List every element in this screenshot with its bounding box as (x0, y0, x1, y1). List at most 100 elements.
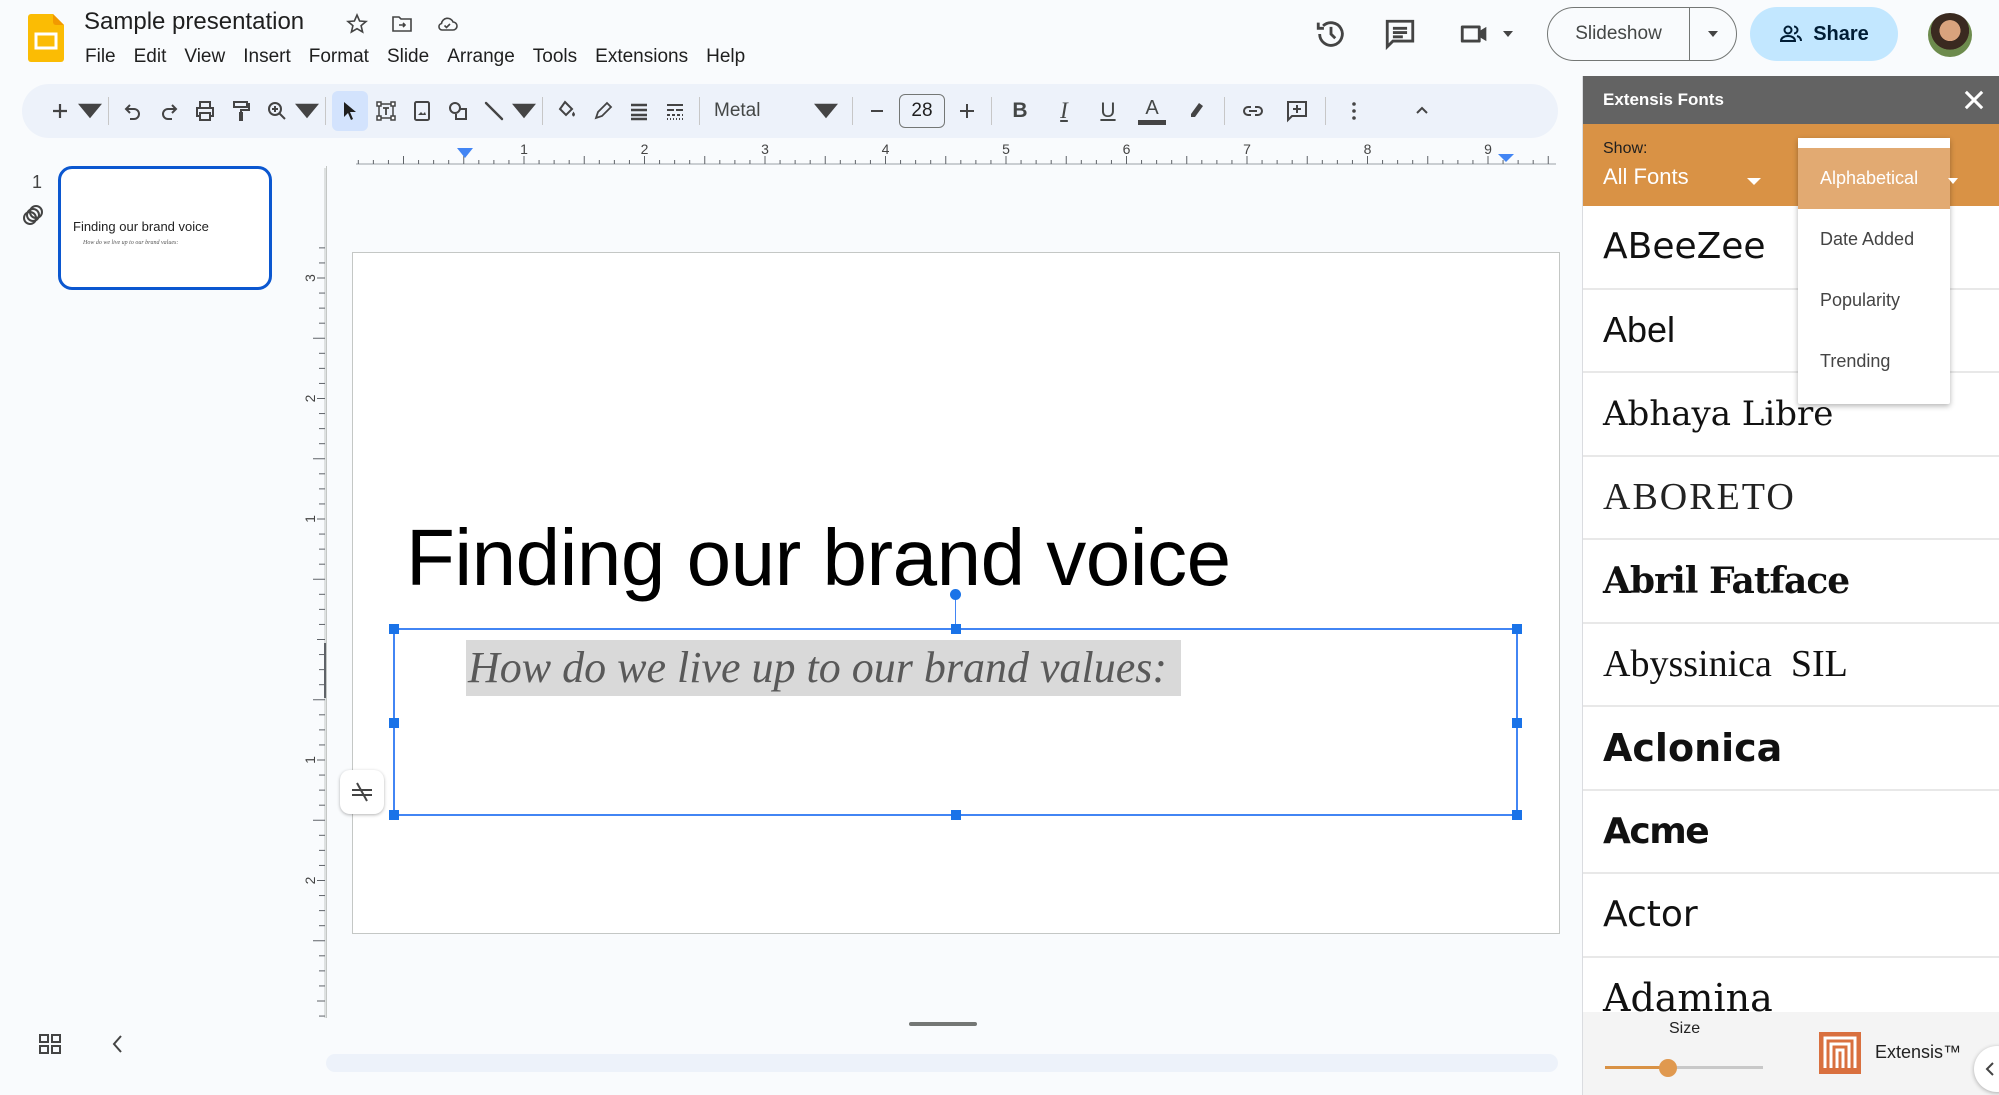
chevron-up-icon (1416, 106, 1428, 114)
bold-button[interactable]: B (998, 91, 1042, 131)
slide-subtitle[interactable]: How do we live up to our brand values: (466, 640, 1182, 696)
menu-format[interactable]: Format (300, 44, 378, 70)
slideshow-options-button[interactable] (1690, 30, 1736, 38)
people-icon (1780, 25, 1803, 42)
insert-link-button[interactable] (1231, 91, 1275, 131)
resize-handle-sw[interactable] (389, 810, 399, 820)
size-slider[interactable] (1605, 1058, 1765, 1078)
menu-file[interactable]: File (76, 44, 125, 70)
undo-button[interactable] (115, 91, 151, 131)
redo-button[interactable] (151, 91, 187, 131)
sort-option-trending[interactable]: Trending (1798, 331, 1950, 392)
text-color-button[interactable]: A (1130, 91, 1174, 131)
menu-arrange[interactable]: Arrange (438, 44, 524, 70)
font-item-abril-fatface[interactable]: Abril Fatface (1583, 540, 1999, 624)
font-item-aboreto[interactable]: ABORETO (1583, 457, 1999, 540)
resize-handle-se[interactable] (1512, 810, 1522, 820)
slideshow-label[interactable]: Slideshow (1548, 8, 1690, 60)
slide-number: 1 (32, 172, 43, 192)
new-slide-button[interactable] (42, 91, 78, 131)
autofit-button[interactable] (340, 770, 384, 814)
font-item-actor[interactable]: Actor (1583, 874, 1999, 958)
insert-image-button[interactable] (404, 91, 440, 131)
slide-title[interactable]: Finding our brand voice (406, 512, 1231, 604)
text-box-button[interactable] (368, 91, 404, 131)
resize-handle-w[interactable] (389, 718, 399, 728)
user-avatar[interactable] (1928, 13, 1972, 57)
sort-option-alphabetical[interactable]: Alphabetical (1798, 148, 1950, 209)
new-slide-layout-dropdown[interactable] (78, 91, 102, 131)
print-button[interactable] (187, 91, 223, 131)
decrease-font-size-button[interactable] (859, 91, 895, 131)
grid-view-icon[interactable] (38, 1032, 62, 1056)
font-item-acme[interactable]: Acme (1583, 791, 1999, 874)
rotate-handle[interactable] (950, 589, 961, 600)
underline-button[interactable]: U (1086, 91, 1130, 131)
add-comment-button[interactable] (1275, 91, 1319, 131)
menu-slide[interactable]: Slide (378, 44, 438, 70)
slides-logo[interactable] (28, 14, 64, 62)
line-button[interactable] (476, 91, 512, 131)
line-dropdown[interactable] (512, 91, 536, 131)
comments-icon[interactable] (1383, 17, 1417, 51)
menu-help[interactable]: Help (697, 44, 754, 70)
collapse-panel-icon[interactable] (108, 1032, 128, 1056)
share-button[interactable]: Share (1750, 7, 1898, 61)
size-slider-thumb[interactable] (1659, 1059, 1678, 1077)
sort-option-date-added[interactable]: Date Added (1798, 209, 1950, 270)
star-icon[interactable] (345, 12, 369, 36)
highlight-color-button[interactable] (1174, 91, 1218, 131)
menu-extensions[interactable]: Extensions (586, 44, 697, 70)
slide-thumbnail-1[interactable]: Finding our brand voice How do we live u… (58, 166, 272, 290)
meet-dropdown-icon[interactable] (1502, 30, 1514, 38)
border-color-button[interactable] (585, 91, 621, 131)
close-icon[interactable] (1960, 86, 1988, 114)
resize-handle-n[interactable] (951, 624, 961, 634)
paint-format-button[interactable] (223, 91, 259, 131)
border-weight-button[interactable] (621, 91, 657, 131)
zoom-dropdown[interactable] (295, 91, 319, 131)
resize-handle-e[interactable] (1512, 718, 1522, 728)
horizontal-scrollbar[interactable] (326, 1054, 1558, 1072)
sort-option-popularity[interactable]: Popularity (1798, 270, 1950, 331)
resize-handle-nw[interactable] (389, 624, 399, 634)
menu-tools[interactable]: Tools (524, 44, 586, 70)
collapse-sidebar-button[interactable] (1974, 1046, 1999, 1092)
font-family-select[interactable]: Metal (706, 91, 846, 131)
meet-icon[interactable] (1458, 17, 1492, 51)
menu-insert[interactable]: Insert (234, 44, 300, 70)
select-tool-button[interactable] (332, 91, 368, 131)
linked-slide-icon[interactable] (20, 204, 46, 228)
vertical-ruler[interactable]: 3 2 1 1 2 (296, 168, 326, 1018)
ruler-label: 5 (1002, 141, 1010, 157)
hide-menus-button[interactable] (1400, 91, 1444, 131)
show-filter-select[interactable]: All Fonts (1603, 164, 1689, 190)
horizontal-ruler[interactable]: 1 2 3 4 5 6 7 8 9 (326, 140, 1556, 168)
speaker-notes-drag-handle[interactable] (909, 1022, 977, 1026)
fill-color-button[interactable] (549, 91, 585, 131)
font-item-abyssinica-sil[interactable]: Abyssinica SIL (1583, 624, 1999, 707)
document-title[interactable]: Sample presentation (84, 8, 304, 36)
move-to-folder-icon[interactable] (390, 12, 414, 36)
menu-view[interactable]: View (175, 44, 234, 70)
zoom-button[interactable] (259, 91, 295, 131)
italic-button[interactable]: I (1042, 91, 1086, 131)
ruler-label: 9 (1484, 141, 1492, 157)
ruler-label: 4 (882, 141, 890, 157)
cloud-saved-icon[interactable] (435, 12, 459, 36)
chevron-down-icon (78, 103, 102, 119)
slideshow-button[interactable]: Slideshow (1547, 7, 1737, 61)
menu-edit[interactable]: Edit (125, 44, 176, 70)
version-history-icon[interactable] (1314, 17, 1348, 51)
resize-handle-ne[interactable] (1512, 624, 1522, 634)
chevron-down-icon[interactable] (1747, 178, 1761, 185)
border-dash-button[interactable] (657, 91, 693, 131)
ruler-label: 6 (1123, 141, 1131, 157)
resize-handle-s[interactable] (951, 810, 961, 820)
increase-font-size-button[interactable] (949, 91, 985, 131)
font-item-aclonica[interactable]: Aclonica (1583, 707, 1999, 791)
font-size-input[interactable]: 28 (899, 94, 945, 128)
chevron-down-icon[interactable] (1948, 178, 1958, 184)
shape-button[interactable] (440, 91, 476, 131)
more-options-button[interactable] (1332, 91, 1376, 131)
